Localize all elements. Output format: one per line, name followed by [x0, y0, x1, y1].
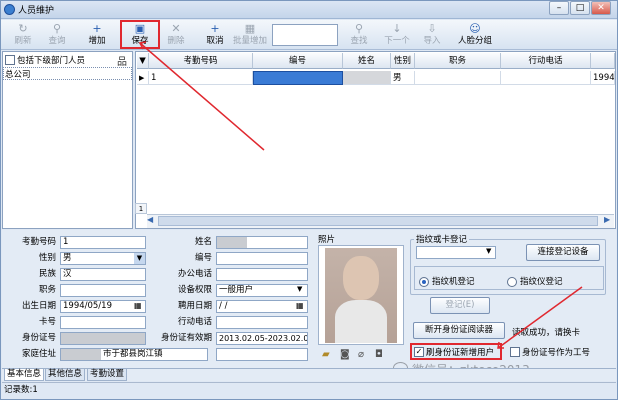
arrow-to-save [139, 42, 265, 151]
arrow-to-checkbox [497, 286, 583, 349]
annotation-arrows [138, 41, 583, 349]
